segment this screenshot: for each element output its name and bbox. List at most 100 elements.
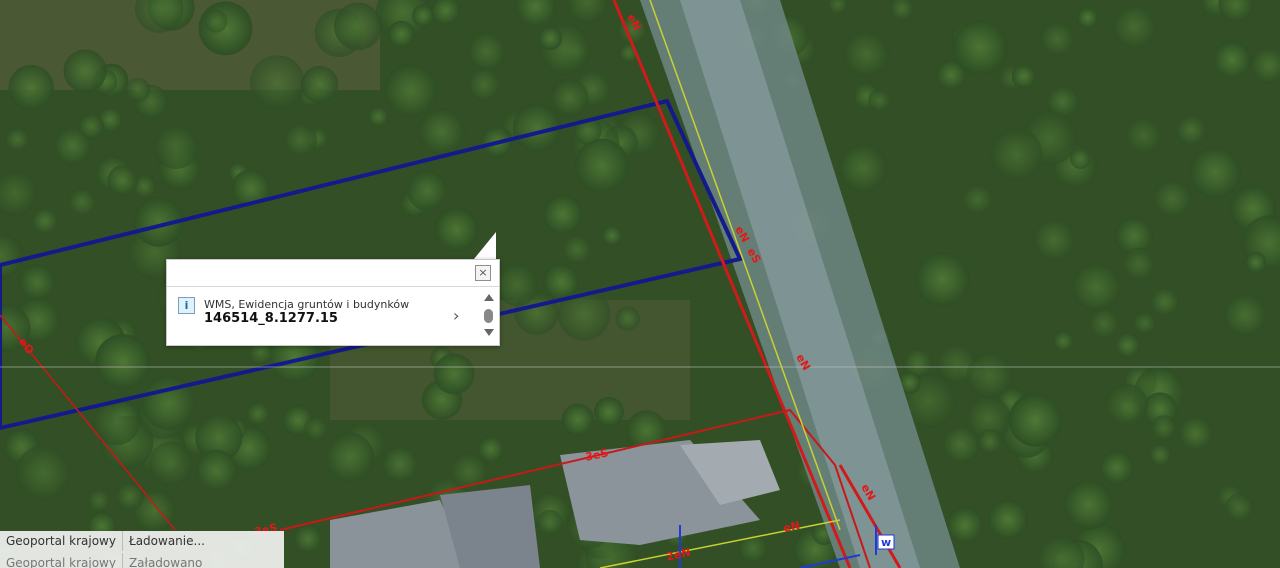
- tree-crown: [1124, 116, 1162, 155]
- tree-crown: [19, 264, 56, 301]
- tree-crown: [1225, 493, 1254, 522]
- info-icon: i: [178, 297, 195, 314]
- tree-crown: [407, 170, 448, 211]
- tree-crown: [467, 32, 506, 71]
- status-bar-loaded: Geoportal krajowy Załadowano: [0, 553, 284, 568]
- tree-crown: [1148, 443, 1172, 466]
- tree-crown: [434, 207, 479, 252]
- tree-crown: [1088, 308, 1120, 339]
- tree-crown: [1122, 247, 1156, 281]
- tree-crown: [107, 165, 138, 196]
- tree-crown: [1213, 40, 1251, 79]
- tree-crown: [368, 106, 389, 127]
- tree-crown: [324, 432, 375, 482]
- tree-crown: [574, 138, 629, 193]
- tree-crown: [304, 416, 328, 441]
- tree-crown: [990, 128, 1043, 181]
- status-source: Geoportal krajowy: [0, 531, 123, 551]
- tree-crown: [78, 113, 104, 139]
- tree-crown: [153, 124, 199, 170]
- status-bar-loading: Geoportal krajowy Ładowanie...: [0, 531, 284, 553]
- tree-crown: [542, 194, 583, 234]
- popup-source: WMS, Ewidencja gruntów i budynków: [204, 298, 410, 311]
- tree-crown: [1008, 393, 1063, 447]
- tree-crown: [245, 401, 270, 426]
- tree-crown: [843, 30, 890, 78]
- tree-crown: [204, 9, 228, 33]
- popup-tail: [474, 232, 496, 259]
- chevron-right-icon[interactable]: ›: [453, 306, 459, 325]
- tree-crown: [561, 403, 594, 436]
- tree-crown: [249, 55, 305, 111]
- tree-crown: [1150, 287, 1180, 317]
- tree-crown: [962, 184, 993, 215]
- tree-crown: [388, 20, 415, 48]
- scroll-thumb[interactable]: [484, 309, 493, 323]
- tree-crown: [381, 445, 419, 483]
- tree-crown: [1133, 311, 1156, 335]
- tree-crown: [418, 108, 465, 155]
- tree-crown: [301, 65, 339, 104]
- tree-crown: [1071, 262, 1121, 312]
- tree-crown: [594, 397, 624, 427]
- tree-crown: [283, 123, 317, 157]
- tree-crown: [615, 306, 640, 331]
- tree-crown: [952, 20, 1008, 75]
- tree-crown: [538, 26, 563, 50]
- tree-crown: [412, 4, 435, 27]
- popup-header: ×: [167, 260, 499, 287]
- status-state: Ładowanie...: [128, 534, 205, 548]
- close-icon[interactable]: ×: [475, 265, 491, 281]
- tree-crown: [977, 429, 1003, 454]
- tree-crown: [536, 509, 563, 536]
- tree-crown: [1153, 179, 1192, 219]
- tree-crown: [495, 263, 539, 307]
- tree-crown: [334, 2, 382, 51]
- tree-crown: [8, 65, 54, 111]
- tree-crown: [63, 49, 107, 93]
- status-source: Geoportal krajowy: [0, 553, 123, 568]
- tree-crown: [1245, 252, 1267, 273]
- tree-crown: [1175, 114, 1207, 146]
- tree-crown: [433, 353, 475, 395]
- tree-crown: [1099, 450, 1134, 485]
- tree-crown: [5, 127, 30, 152]
- tree-crown: [562, 234, 592, 265]
- tree-crown: [1052, 330, 1074, 352]
- parcel-id[interactable]: 146514_8.1277.15: [204, 311, 338, 326]
- info-popup: × i WMS, Ewidencja gruntów i budynków 14…: [166, 259, 500, 346]
- scroll-down-icon[interactable]: [484, 329, 494, 336]
- tree-crown: [1070, 148, 1091, 170]
- tree-crown: [838, 143, 887, 193]
- tree-crown: [1039, 21, 1075, 57]
- tree-crown: [601, 225, 623, 246]
- tree-crown: [293, 524, 323, 554]
- tree-crown: [868, 89, 891, 112]
- map-label-w: w: [881, 536, 891, 549]
- tree-crown: [87, 489, 111, 512]
- tree-crown: [915, 252, 970, 307]
- tree-crown: [467, 68, 501, 101]
- tree-crown: [15, 445, 71, 501]
- tree-crown: [1105, 383, 1148, 427]
- tree-crown: [31, 207, 59, 235]
- tree-crown: [1223, 293, 1267, 337]
- popup-scrollbar[interactable]: [482, 292, 496, 342]
- tree-crown: [1032, 218, 1076, 261]
- scroll-up-icon[interactable]: [484, 294, 494, 301]
- tree-crown: [1011, 64, 1036, 89]
- tree-crown: [966, 352, 1013, 399]
- tree-crown: [550, 79, 589, 117]
- tree-crown: [384, 63, 438, 118]
- tree-crown: [1189, 146, 1241, 199]
- tree-crown: [1178, 416, 1213, 451]
- tree-crown: [1151, 415, 1177, 441]
- tree-crown: [987, 499, 1028, 540]
- tree-crown: [125, 77, 150, 102]
- tree-crown: [1077, 7, 1099, 29]
- tree-crown: [1115, 332, 1141, 358]
- tree-crown: [195, 449, 237, 492]
- tree-crown: [1064, 480, 1113, 530]
- tree-crown: [67, 187, 97, 217]
- tree-crown: [149, 441, 193, 486]
